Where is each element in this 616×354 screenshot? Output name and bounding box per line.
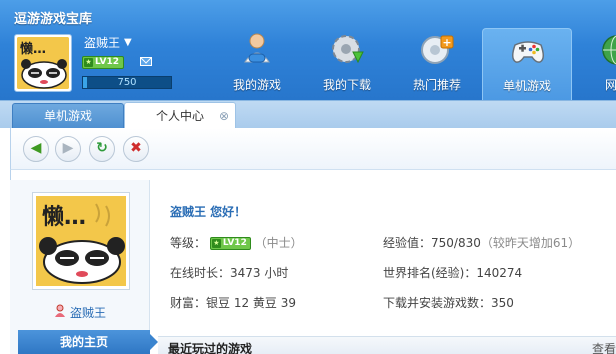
nav-label: 我的下载 bbox=[322, 78, 371, 92]
browser-toolbar: ◀ ▶ ↻ ✖ bbox=[10, 128, 616, 170]
star-icon: ★ bbox=[211, 239, 221, 248]
svg-text:懒…: 懒… bbox=[42, 204, 86, 230]
download-count: 下载并安装游戏数：350 bbox=[383, 296, 514, 310]
user-avatar[interactable]: 懒… bbox=[14, 34, 72, 92]
my-home-button[interactable]: 我的主页 bbox=[18, 330, 158, 354]
world-rank: 世界排名(经验)：140274 bbox=[383, 266, 523, 280]
nav-my-downloads[interactable]: 我的下载 bbox=[302, 28, 392, 100]
level-info: 等级： ★ LV12 （中士） bbox=[170, 234, 303, 251]
svg-text:+: + bbox=[442, 36, 451, 49]
profile-sidebar: 懒… 盗贼王 我的主页 bbox=[10, 180, 158, 354]
exp-info: 经验值：750/830（较昨天增加61） bbox=[383, 234, 580, 251]
level-rank: （中士） bbox=[254, 236, 303, 250]
globe-icon bbox=[602, 35, 616, 65]
header-username[interactable]: 盗贼王 bbox=[84, 34, 120, 51]
exp-value: 750 bbox=[117, 77, 137, 88]
mail-icon[interactable] bbox=[140, 57, 152, 66]
star-icon: ★ bbox=[84, 58, 93, 67]
main-nav: 我的游戏 我的下载 + 热门推荐 单机游戏 网 bbox=[212, 28, 616, 100]
tab-single-games[interactable]: 单机游戏 bbox=[12, 103, 124, 129]
svg-text:懒…: 懒… bbox=[20, 41, 46, 57]
nav-label: 单机游戏 bbox=[502, 79, 551, 93]
view-more-link[interactable]: 查看 bbox=[592, 340, 616, 354]
panda-avatar-image: 懒… bbox=[36, 196, 126, 286]
exp-label: 经验值：750/830 bbox=[383, 236, 481, 250]
exp-increase: （较昨天增加61） bbox=[480, 236, 581, 250]
stop-button[interactable]: ✖ bbox=[123, 136, 149, 162]
person-icon bbox=[55, 304, 65, 317]
tab-personal-center[interactable]: 个人中心 ⊗ bbox=[124, 102, 236, 129]
back-button[interactable]: ◀ bbox=[23, 136, 49, 162]
greeting: 盗贼王 您好！ bbox=[170, 205, 247, 219]
profile-avatar: 懒… bbox=[32, 192, 130, 290]
wealth-info: 财富：银豆 12 黄豆 39 bbox=[170, 296, 296, 310]
refresh-button[interactable]: ↻ bbox=[89, 136, 115, 162]
exp-progress-bar: 750 bbox=[82, 76, 172, 89]
nav-single-games[interactable]: 单机游戏 bbox=[482, 28, 572, 100]
gamepad-icon bbox=[512, 41, 544, 63]
recent-games-header: 最近玩过的游戏 查看 bbox=[158, 336, 616, 354]
online-time: 在线时长：3473 小时 bbox=[170, 266, 289, 280]
panda-avatar-image: 懒… bbox=[17, 37, 69, 89]
nav-label: 网络 bbox=[604, 78, 616, 92]
nav-label: 我的游戏 bbox=[232, 78, 281, 92]
level-badge-small: ★ LV12 bbox=[209, 237, 251, 250]
nav-hot-recommend[interactable]: + 热门推荐 bbox=[392, 28, 482, 100]
tab-label: 个人中心 bbox=[155, 109, 204, 123]
tab-bar: 单机游戏 个人中心 ⊗ bbox=[0, 100, 616, 129]
recommend-plus-icon: + bbox=[421, 35, 454, 64]
recent-games-title: 最近玩过的游戏 bbox=[168, 342, 253, 354]
person-controller-icon bbox=[244, 33, 270, 63]
level-badge-text: LV12 bbox=[222, 238, 247, 248]
level-text: LV12 bbox=[95, 57, 119, 67]
nav-network[interactable]: 网络 bbox=[572, 28, 616, 100]
app-title: 逗游游戏宝库 bbox=[14, 12, 93, 27]
nav-label: 热门推荐 bbox=[412, 78, 461, 92]
level-label: 等级： bbox=[170, 236, 207, 250]
nav-my-games[interactable]: 我的游戏 bbox=[212, 28, 302, 100]
chevron-down-icon[interactable]: ▼ bbox=[124, 37, 132, 48]
forward-button[interactable]: ▶ bbox=[55, 136, 81, 162]
profile-username[interactable]: 盗贼王 bbox=[70, 304, 106, 321]
level-badge: ★ LV12 bbox=[82, 56, 124, 69]
gear-download-icon bbox=[332, 35, 364, 64]
header-bar: 逗游游戏宝库 懒… 盗贼王 ▼ ★ LV12 750 我的游戏 我的下载 + 热… bbox=[0, 0, 616, 100]
close-icon[interactable]: ⊗ bbox=[219, 103, 229, 129]
